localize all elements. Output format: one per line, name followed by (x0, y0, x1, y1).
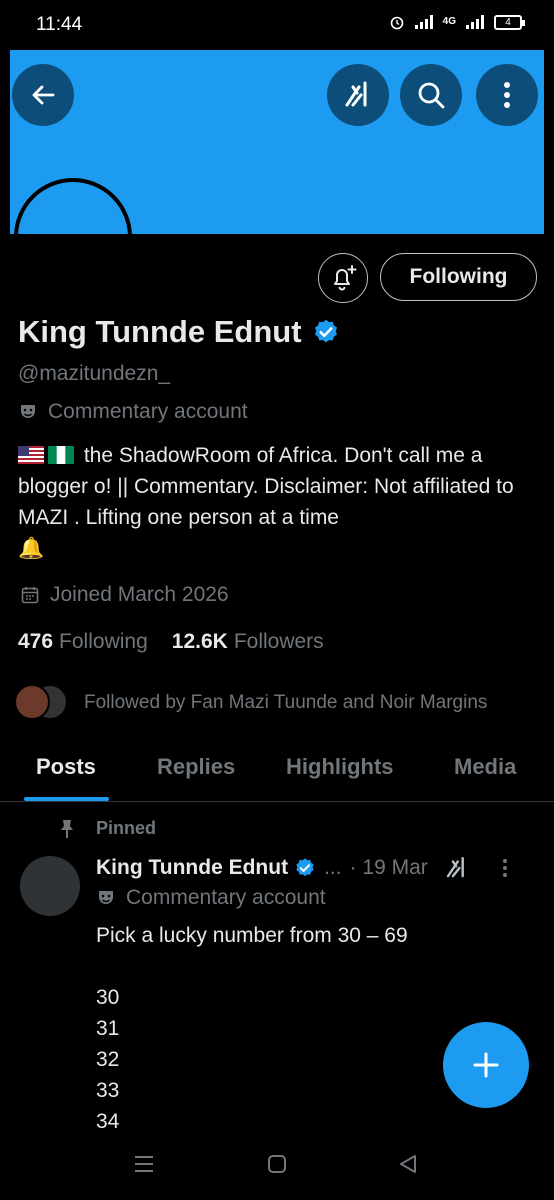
search-button[interactable] (400, 64, 462, 126)
following-count: 476 (18, 630, 54, 653)
avatar (14, 684, 50, 720)
status-time: 11:44 (36, 14, 83, 35)
post-category: Commentary account (96, 886, 326, 910)
signal-icon-2 (466, 15, 484, 29)
tab-media[interactable]: Media (454, 754, 516, 780)
follower-avatars (14, 684, 70, 722)
search-icon (418, 82, 445, 109)
joined-date: Joined March 2026 (20, 583, 229, 607)
notifications-button[interactable] (318, 253, 368, 303)
network-label: 4G (442, 16, 456, 27)
joined-text: Joined March 2026 (50, 583, 229, 606)
profile-display-name: King Tunnde Ednut (18, 314, 340, 350)
home-icon[interactable] (267, 1154, 287, 1174)
active-tab-indicator (24, 797, 109, 801)
post-avatar[interactable] (20, 856, 80, 916)
following-label: Following (59, 630, 148, 653)
profile-avatar[interactable] (14, 178, 132, 234)
theater-mask-icon (99, 891, 113, 904)
pinned-label: Pinned (96, 818, 157, 838)
more-vertical-icon (504, 82, 510, 108)
post-author[interactable]: King Tunnde Ednut (96, 856, 288, 880)
followers-count: 12.6K (171, 630, 228, 653)
profile-bio: the ShadowRoom of Africa. Don't call me … (18, 440, 528, 564)
status-icons: 4G 4 (389, 14, 525, 30)
back-arrow-icon (32, 85, 55, 105)
follow-stats: 476 Following 12.6K Followers (18, 630, 324, 654)
battery-level: 4 (505, 16, 511, 28)
tab-posts[interactable]: Posts (36, 754, 96, 780)
bell-emoji: 🔔 (18, 537, 45, 560)
us-flag-icon (18, 446, 44, 464)
back-nav-icon[interactable] (398, 1154, 418, 1174)
alarm-icon (390, 16, 403, 30)
profile-tabs: Posts Replies Highlights Media (0, 740, 554, 802)
profile-banner (10, 50, 544, 234)
more-button[interactable] (476, 64, 538, 126)
grok-icon[interactable] (444, 855, 470, 881)
battery-icon: 4 (494, 14, 525, 30)
post-ellipsis: ... (324, 856, 342, 879)
pin-icon (61, 819, 73, 838)
grok-button[interactable] (327, 64, 389, 126)
tab-replies[interactable]: Replies (157, 754, 235, 780)
compose-plus-icon (473, 1052, 499, 1078)
following-button[interactable]: Following (380, 253, 537, 301)
post-category-label: Commentary account (126, 886, 326, 909)
theater-mask-icon (21, 405, 35, 418)
category-label: Commentary account (48, 400, 248, 423)
verified-badge-icon[interactable] (312, 318, 340, 346)
verified-badge-icon (296, 858, 314, 877)
display-name-text: King Tunnde Ednut (18, 314, 302, 349)
profile-category: Commentary account (18, 400, 248, 424)
bio-text: the ShadowRoom of Africa. Don't call me … (18, 444, 514, 529)
nigeria-flag-icon (48, 446, 74, 464)
post-date: · 19 Mar (349, 856, 428, 879)
recent-apps-icon[interactable] (133, 1154, 155, 1174)
following-stat[interactable]: 476 Following (18, 630, 148, 654)
profile-handle: @mazitundezn_ (18, 362, 171, 385)
back-button[interactable] (12, 64, 74, 126)
compose-button[interactable] (443, 1022, 529, 1108)
more-vertical-icon[interactable] (502, 858, 508, 878)
status-bar: 11:44 4G 4 (0, 0, 554, 50)
bell-plus-icon (334, 265, 357, 291)
post-body[interactable]: Pick a lucky number from 30 – 69 30 31 3… (96, 920, 408, 1137)
followed-by-text: Followed by Fan Mazi Tuunde and Noir Mar… (84, 692, 488, 713)
followed-by-row[interactable]: Followed by Fan Mazi Tuunde and Noir Mar… (14, 684, 487, 722)
followers-label: Followers (233, 630, 324, 653)
grok-icon (345, 81, 367, 107)
post-header: King Tunnde Ednut ... · 19 Mar (96, 855, 536, 881)
followers-stat[interactable]: 12.6K Followers (172, 630, 324, 654)
tab-highlights[interactable]: Highlights (286, 754, 394, 780)
pinned-label-row: Pinned (58, 818, 156, 839)
calendar-icon (21, 587, 39, 604)
signal-icon (414, 15, 433, 29)
system-nav-bar (0, 1140, 554, 1200)
